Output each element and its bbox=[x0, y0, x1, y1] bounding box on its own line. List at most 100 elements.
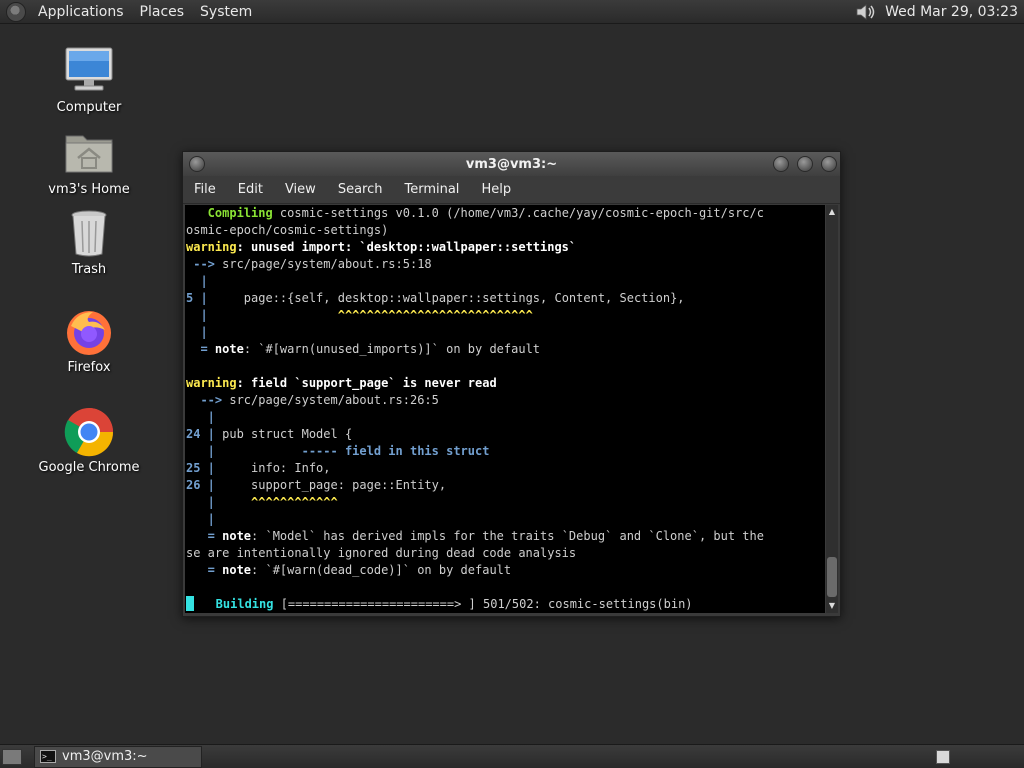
window-menu-button[interactable] bbox=[189, 156, 205, 172]
bottom-panel: >_ vm3@vm3:~ bbox=[0, 744, 1024, 768]
menu-system[interactable]: System bbox=[192, 0, 260, 24]
terminal-line: | ^^^^^^^^^^^^^^^^^^^^^^^^^^^ bbox=[186, 307, 825, 324]
terminal-text: ----- field in this struct bbox=[214, 444, 490, 458]
terminal-cursor bbox=[186, 596, 194, 611]
terminal-line: se are intentionally ignored during dead… bbox=[186, 545, 825, 562]
desktop-icon-trash[interactable]: Trash bbox=[29, 208, 149, 278]
terminal-text: = bbox=[186, 563, 215, 577]
terminal-line: warning: unused import: `desktop::wallpa… bbox=[186, 239, 825, 256]
terminal-text: ^^^^^^^^^^^^^^^^^^^^^^^^^^^ bbox=[207, 308, 533, 322]
menu-help[interactable]: Help bbox=[470, 182, 522, 197]
terminal-text: | bbox=[186, 495, 215, 509]
terminal-line: | ----- field in this struct bbox=[186, 443, 825, 460]
terminal-text: src/page/system/about.rs:26:5 bbox=[222, 393, 439, 407]
taskbar-item-terminal[interactable]: >_ vm3@vm3:~ bbox=[34, 745, 202, 768]
trash-icon bbox=[63, 208, 115, 260]
desktop-icon-label: Computer bbox=[56, 100, 122, 115]
terminal-text: Compiling bbox=[186, 206, 273, 220]
terminal-line: 5 | page::{self, desktop::wallpaper::set… bbox=[186, 290, 825, 307]
terminal-scrollbar[interactable]: ▲ ▼ bbox=[826, 205, 838, 613]
terminal-text: | bbox=[186, 444, 215, 458]
firefox-icon bbox=[63, 306, 115, 358]
terminal-line: --> src/page/system/about.rs:26:5 bbox=[186, 392, 825, 409]
terminal-text: | bbox=[186, 512, 215, 526]
menu-applications[interactable]: Applications bbox=[30, 0, 132, 24]
terminal-text: page::{self, desktop::wallpaper::setting… bbox=[207, 291, 685, 305]
terminal-text: : unused import: `desktop::wallpaper::se… bbox=[236, 240, 577, 254]
terminal-text: : `#[warn(unused_imports)]` on by defaul… bbox=[243, 342, 541, 356]
terminal-text: cosmic-settings v0.1.0 (/home/vm3/.cache… bbox=[272, 206, 764, 220]
terminal-text: 25 | bbox=[186, 461, 215, 475]
terminal-text: note bbox=[207, 342, 244, 356]
terminal-window[interactable]: vm3@vm3:~ File Edit View Search Terminal… bbox=[182, 151, 841, 617]
terminal-line: 24 | pub struct Model { bbox=[186, 426, 825, 443]
terminal-line: 26 | support_page: page::Entity, bbox=[186, 477, 825, 494]
terminal-text: support_page: page::Entity, bbox=[214, 478, 447, 492]
menu-terminal[interactable]: Terminal bbox=[393, 182, 470, 197]
terminal-line: | bbox=[186, 511, 825, 528]
terminal-line: = note: `Model` has derived impls for th… bbox=[186, 528, 825, 545]
terminal-text: note bbox=[214, 529, 252, 543]
desktop-icon-label: Firefox bbox=[67, 360, 111, 375]
desktop-icon-label: Trash bbox=[71, 262, 107, 277]
distro-logo-icon[interactable] bbox=[6, 1, 26, 22]
desktop-icon-computer[interactable]: Computer bbox=[29, 46, 149, 116]
terminal-line: warning: field `support_page` is never r… bbox=[186, 375, 825, 392]
terminal-text: : field `support_page` is never read bbox=[236, 376, 497, 390]
terminal-text: | bbox=[186, 325, 208, 339]
terminal-text: : `Model` has derived impls for the trai… bbox=[251, 529, 764, 543]
window-menubar: File Edit View Search Terminal Help bbox=[183, 176, 840, 204]
terminal-text: warning bbox=[186, 376, 237, 390]
menu-view[interactable]: View bbox=[274, 182, 327, 197]
show-desktop-icon[interactable] bbox=[2, 748, 22, 765]
terminal-line: Building [=======================> ] 501… bbox=[186, 596, 825, 613]
terminal-text: note bbox=[214, 563, 252, 577]
terminal-line: = note: `#[warn(dead_code)]` on by defau… bbox=[186, 562, 825, 579]
terminal-text: Building bbox=[194, 597, 274, 611]
desktop-icon-label: Google Chrome bbox=[38, 460, 140, 475]
terminal-text: 5 | bbox=[186, 291, 208, 305]
terminal-line: | ^^^^^^^^^^^^ bbox=[186, 494, 825, 511]
terminal-text: 24 | bbox=[186, 427, 215, 441]
menu-places[interactable]: Places bbox=[132, 0, 193, 24]
menu-edit[interactable]: Edit bbox=[227, 182, 274, 197]
terminal-line: | bbox=[186, 273, 825, 290]
terminal-text: se are intentionally ignored during dead… bbox=[186, 546, 577, 560]
minimize-button[interactable] bbox=[773, 156, 789, 172]
menu-search[interactable]: Search bbox=[327, 182, 394, 197]
terminal-line: | bbox=[186, 409, 825, 426]
terminal-text: | bbox=[186, 308, 208, 322]
terminal-text: warning bbox=[186, 240, 237, 254]
scroll-down-arrow-icon[interactable]: ▼ bbox=[826, 599, 838, 613]
desktop-icon-home[interactable]: vm3's Home bbox=[29, 128, 149, 198]
window-title: vm3@vm3:~ bbox=[465, 156, 558, 172]
terminal-text: : `#[warn(dead_code)]` on by default bbox=[251, 563, 512, 577]
desktop-icon-label: vm3's Home bbox=[48, 182, 130, 197]
terminal-line: Compiling cosmic-settings v0.1.0 (/home/… bbox=[186, 205, 825, 222]
window-titlebar[interactable]: vm3@vm3:~ bbox=[183, 152, 840, 176]
taskbar-item-label: vm3@vm3:~ bbox=[62, 749, 148, 764]
desktop-icon-firefox[interactable]: Firefox bbox=[29, 306, 149, 376]
terminal-text: = bbox=[186, 529, 215, 543]
terminal-text: ^^^^^^^^^^^^ bbox=[214, 495, 338, 509]
terminal-icon: >_ bbox=[40, 750, 56, 763]
close-button[interactable] bbox=[821, 156, 837, 172]
terminal-text: | bbox=[186, 274, 208, 288]
volume-icon[interactable] bbox=[855, 3, 877, 21]
maximize-button[interactable] bbox=[797, 156, 813, 172]
scrollbar-thumb[interactable] bbox=[827, 557, 837, 597]
terminal-line: osmic-epoch/cosmic-settings) bbox=[186, 222, 825, 239]
top-panel: Applications Places System Wed Mar 29, 0… bbox=[0, 0, 1024, 24]
chrome-icon bbox=[63, 406, 115, 458]
terminal-text: osmic-epoch/cosmic-settings) bbox=[186, 223, 389, 237]
terminal-output[interactable]: Compiling cosmic-settings v0.1.0 (/home/… bbox=[185, 205, 825, 613]
menu-file[interactable]: File bbox=[183, 182, 227, 197]
clock[interactable]: Wed Mar 29, 03:23 bbox=[885, 4, 1024, 20]
terminal-text: [=======================> ] 501/502: cos… bbox=[273, 597, 693, 611]
scroll-up-arrow-icon[interactable]: ▲ bbox=[826, 205, 838, 219]
desktop-icon-chrome[interactable]: Google Chrome bbox=[29, 406, 149, 476]
terminal-text: | bbox=[186, 410, 215, 424]
workspace-switcher[interactable] bbox=[936, 749, 950, 764]
terminal-text: src/page/system/about.rs:5:18 bbox=[214, 257, 432, 271]
